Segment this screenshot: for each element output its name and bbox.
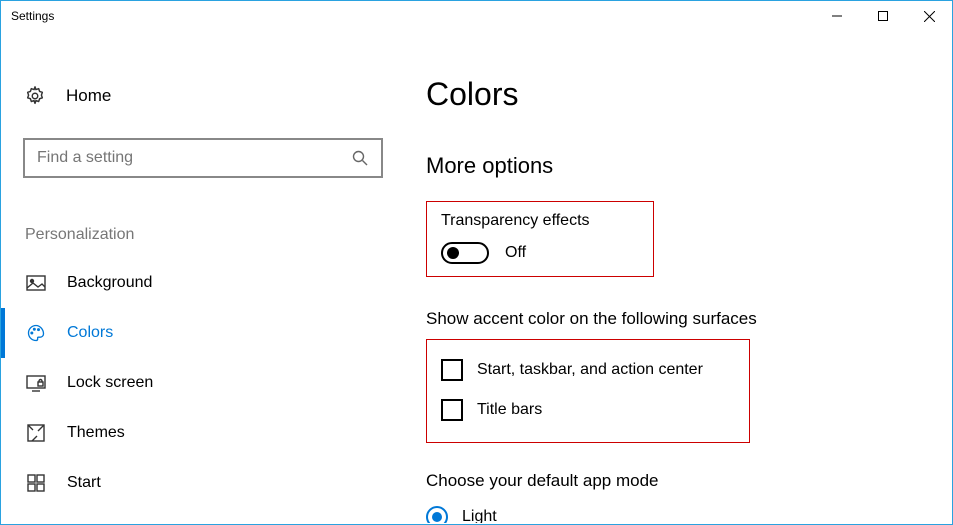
settings-window: Settings Home <box>0 0 953 525</box>
start-icon <box>25 472 47 494</box>
app-mode-heading: Choose your default app mode <box>426 471 932 491</box>
toggle-knob <box>447 247 459 259</box>
transparency-label: Transparency effects <box>441 212 639 230</box>
sidebar-item-themes[interactable]: Themes <box>1 408 396 458</box>
app-mode-light[interactable]: Light <box>426 499 932 523</box>
sidebar-item-background[interactable]: Background <box>1 258 396 308</box>
search-input[interactable] <box>37 149 351 167</box>
app-mode-label: Light <box>462 508 497 523</box>
radio-dot <box>432 512 442 522</box>
accent-checkbox-titlebars[interactable]: Title bars <box>441 390 735 430</box>
transparency-state: Off <box>505 244 526 262</box>
transparency-highlight: Transparency effects Off <box>426 201 654 277</box>
content-area: Home Personalization Background <box>1 31 952 523</box>
accent-option-label: Title bars <box>477 401 542 419</box>
minimize-icon <box>832 11 842 21</box>
window-controls <box>814 1 952 31</box>
lockscreen-icon <box>25 372 47 394</box>
home-nav[interactable]: Home <box>1 76 396 116</box>
sidebar-category: Personalization <box>25 226 396 244</box>
gear-icon <box>24 85 46 107</box>
themes-icon <box>25 422 47 444</box>
checkbox-icon <box>441 359 463 381</box>
main-panel: Colors More options Transparency effects… <box>396 31 952 523</box>
sidebar-item-colors[interactable]: Colors <box>1 308 396 358</box>
transparency-toggle-row: Off <box>441 242 639 264</box>
sidebar: Home Personalization Background <box>1 31 396 523</box>
minimize-button[interactable] <box>814 1 860 31</box>
maximize-icon <box>878 11 888 21</box>
accent-heading: Show accent color on the following surfa… <box>426 309 932 329</box>
close-icon <box>924 11 935 22</box>
image-icon <box>25 272 47 294</box>
titlebar: Settings <box>1 1 952 31</box>
transparency-toggle[interactable] <box>441 242 489 264</box>
radio-icon <box>426 506 448 523</box>
accent-highlight: Start, taskbar, and action center Title … <box>426 339 750 443</box>
checkbox-icon <box>441 399 463 421</box>
accent-option-label: Start, taskbar, and action center <box>477 361 703 379</box>
close-button[interactable] <box>906 1 952 31</box>
home-label: Home <box>66 86 111 106</box>
sidebar-item-label: Themes <box>67 424 125 442</box>
sidebar-item-label: Colors <box>67 324 113 342</box>
palette-icon <box>25 322 47 344</box>
window-title: Settings <box>11 9 54 23</box>
sidebar-item-label: Start <box>67 474 101 492</box>
search-container <box>23 138 374 178</box>
sidebar-item-lockscreen[interactable]: Lock screen <box>1 358 396 408</box>
search-icon <box>351 149 369 167</box>
sidebar-item-label: Background <box>67 274 152 292</box>
search-box[interactable] <box>23 138 383 178</box>
page-title: Colors <box>426 76 932 113</box>
sidebar-item-label: Lock screen <box>67 374 153 392</box>
sidebar-item-start[interactable]: Start <box>1 458 396 508</box>
section-more-options: More options <box>426 153 932 179</box>
accent-checkbox-start[interactable]: Start, taskbar, and action center <box>441 350 735 390</box>
maximize-button[interactable] <box>860 1 906 31</box>
